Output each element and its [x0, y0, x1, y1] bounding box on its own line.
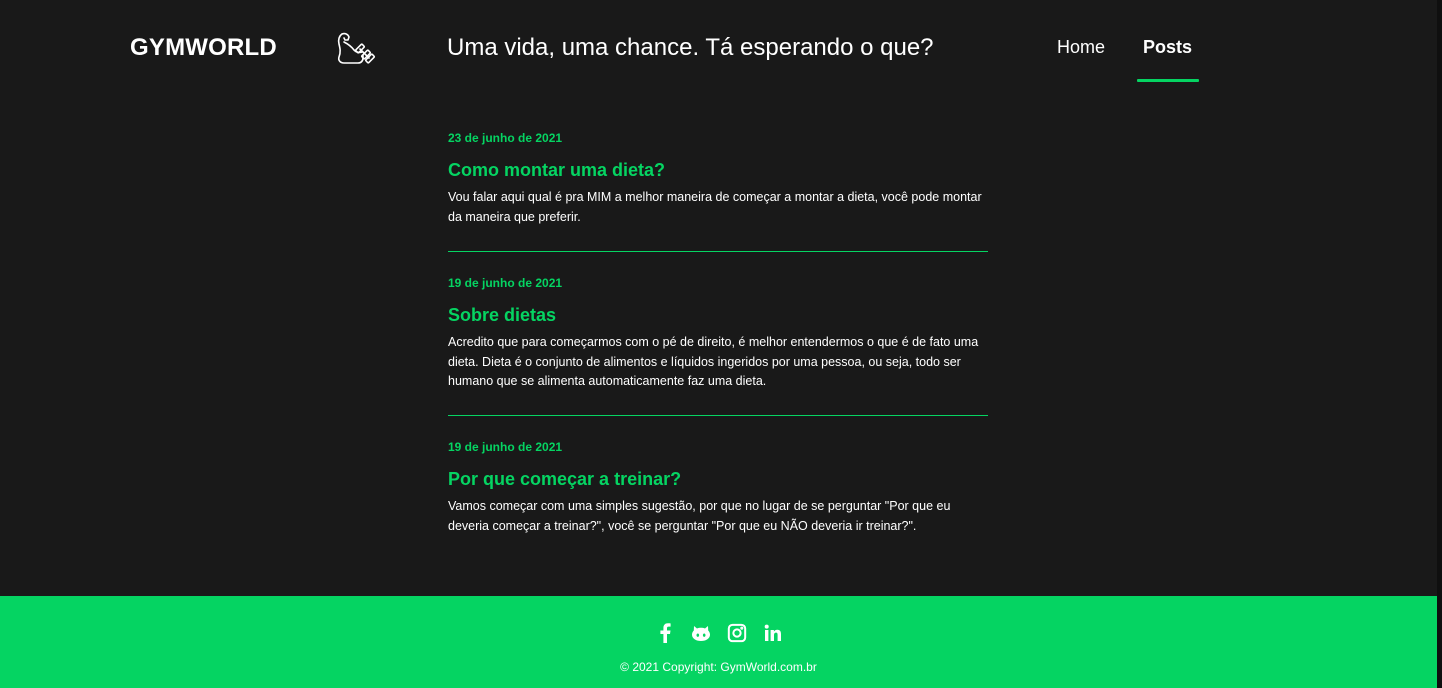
linkedin-icon[interactable] [763, 622, 783, 644]
post-excerpt: Vou falar aqui qual é pra MIM a melhor m… [448, 190, 982, 224]
post-excerpt: Acredito que para começarmos com o pé de… [448, 335, 979, 389]
facebook-icon[interactable] [655, 622, 675, 644]
post-divider [448, 251, 988, 252]
post-date: 19 de junho de 2021 [448, 276, 563, 290]
post-date: 19 de junho de 2021 [448, 440, 563, 454]
post-item: 19 de junho de 2021 Por que começar a tr… [448, 439, 988, 536]
page: GYMWORLD Uma vida, uma chance. Tá espera… [0, 0, 1442, 688]
post-item: 23 de junho de 2021 Como montar uma diet… [448, 130, 988, 227]
social-links [0, 622, 1437, 644]
site-logo[interactable]: GYMWORLD [130, 34, 277, 62]
post-date: 23 de junho de 2021 [448, 131, 563, 145]
copyright-text: © 2021 Copyright: GymWorld.com.br [620, 660, 817, 674]
flexed-arm-dumbbell-icon [337, 32, 375, 64]
github-icon[interactable] [691, 622, 711, 644]
site-header: GYMWORLD Uma vida, uma chance. Tá espera… [0, 0, 1437, 95]
post-title-link[interactable]: Como montar uma dieta? [448, 158, 988, 182]
post-title-link[interactable]: Sobre dietas [448, 303, 988, 327]
post-title-link[interactable]: Por que começar a treinar? [448, 467, 988, 491]
site-footer: © 2021 Copyright: GymWorld.com.br [0, 596, 1437, 688]
site-tagline: Uma vida, uma chance. Tá esperando o que… [447, 34, 934, 61]
nav-active-indicator [1137, 79, 1199, 82]
post-item: 19 de junho de 2021 Sobre dietas Acredit… [448, 275, 988, 392]
nav-home-link[interactable]: Home [1057, 37, 1105, 58]
nav-posts-link[interactable]: Posts [1143, 37, 1192, 58]
post-divider [448, 415, 988, 416]
window-edge [1437, 0, 1442, 688]
post-excerpt: Vamos começar com uma simples sugestão, … [448, 499, 951, 533]
instagram-icon[interactable] [727, 622, 747, 644]
